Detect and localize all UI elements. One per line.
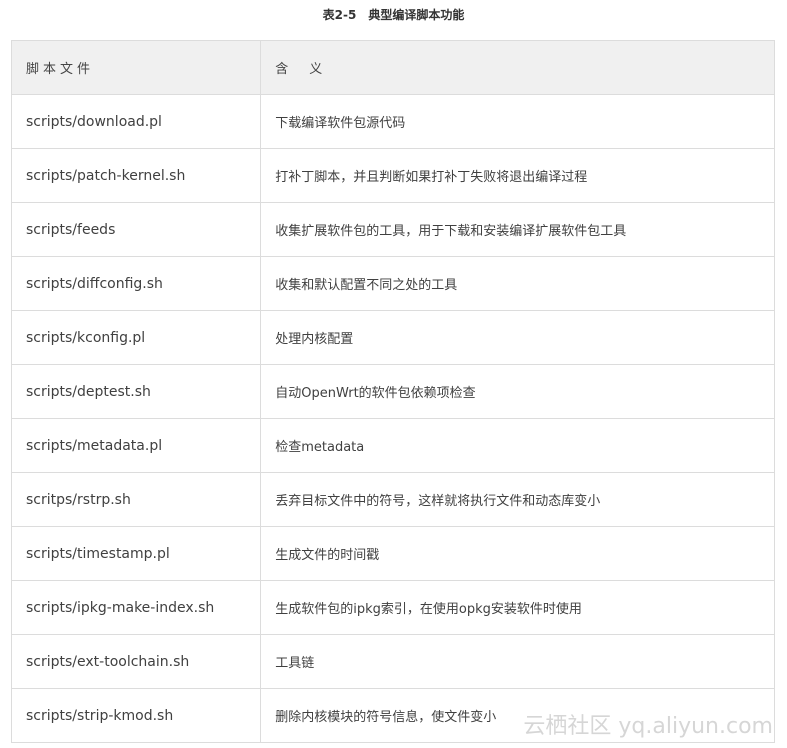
table-row: scripts/diffconfig.sh 收集和默认配置不同之处的工具 xyxy=(10,256,775,311)
meaning-cell: 生成文件的时间戳 xyxy=(260,526,775,581)
script-file-cell: scripts/patch-kernel.sh xyxy=(10,148,262,203)
meaning-cell: 处理内核配置 xyxy=(260,310,775,365)
header-meaning: 含 义 xyxy=(260,40,775,95)
script-file-cell: scripts/strip-kmod.sh xyxy=(10,688,262,743)
table-row: scripts/kconfig.pl 处理内核配置 xyxy=(10,310,775,365)
script-file-cell: scripts/ipkg-make-index.sh xyxy=(10,580,262,635)
table-row: scripts/strip-kmod.sh 删除内核模块的符号信息，使文件变小 xyxy=(10,688,775,743)
table-row: scripts/feeds 收集扩展软件包的工具，用于下载和安装编译扩展软件包工… xyxy=(10,202,775,257)
table-row: scripts/timestamp.pl 生成文件的时间戳 xyxy=(10,526,775,581)
script-function-table: 脚本文件 含 义 scripts/download.pl 下载编译软件包源代码 … xyxy=(10,40,775,743)
table-header-row: 脚本文件 含 义 xyxy=(10,40,775,95)
script-file-cell: scripts/deptest.sh xyxy=(10,364,262,419)
meaning-cell: 收集和默认配置不同之处的工具 xyxy=(260,256,775,311)
table-caption: 表2-5 典型编译脚本功能 xyxy=(322,8,465,22)
meaning-cell: 丢弃目标文件中的符号，这样就将执行文件和动态库变小 xyxy=(260,472,775,527)
script-file-cell: scripts/ext-toolchain.sh xyxy=(10,634,262,689)
table-row: scripts/metadata.pl 检查metadata xyxy=(10,418,775,473)
meaning-cell: 自动OpenWrt的软件包依赖项检查 xyxy=(260,364,775,419)
script-file-cell: scripts/feeds xyxy=(10,202,262,257)
table-row: scripts/patch-kernel.sh 打补丁脚本，并且判断如果打补丁失… xyxy=(10,148,775,203)
meaning-cell: 检查metadata xyxy=(260,418,775,473)
meaning-cell: 下载编译软件包源代码 xyxy=(260,94,775,149)
meaning-cell: 生成软件包的ipkg索引，在使用opkg安装软件时使用 xyxy=(260,580,775,635)
table-row: scripts/ipkg-make-index.sh 生成软件包的ipkg索引，… xyxy=(10,580,775,635)
script-file-cell: scripts/kconfig.pl xyxy=(10,310,262,365)
table-row: scripts/download.pl 下载编译软件包源代码 xyxy=(10,94,775,149)
meaning-cell: 删除内核模块的符号信息，使文件变小 xyxy=(260,688,775,743)
script-file-cell: scripts/download.pl xyxy=(10,94,262,149)
header-script-file: 脚本文件 xyxy=(10,40,262,95)
script-file-cell: scritps/rstrp.sh xyxy=(10,472,262,527)
table-row: scripts/ext-toolchain.sh 工具链 xyxy=(10,634,775,689)
script-file-cell: scripts/diffconfig.sh xyxy=(10,256,262,311)
table-row: scritps/rstrp.sh 丢弃目标文件中的符号，这样就将执行文件和动态库… xyxy=(10,472,775,527)
meaning-cell: 收集扩展软件包的工具，用于下载和安装编译扩展软件包工具 xyxy=(260,202,775,257)
table-row: scripts/deptest.sh 自动OpenWrt的软件包依赖项检查 xyxy=(10,364,775,419)
meaning-cell: 打补丁脚本，并且判断如果打补丁失败将退出编译过程 xyxy=(260,148,775,203)
script-file-cell: scripts/timestamp.pl xyxy=(10,526,262,581)
meaning-cell: 工具链 xyxy=(260,634,775,689)
script-file-cell: scripts/metadata.pl xyxy=(10,418,262,473)
